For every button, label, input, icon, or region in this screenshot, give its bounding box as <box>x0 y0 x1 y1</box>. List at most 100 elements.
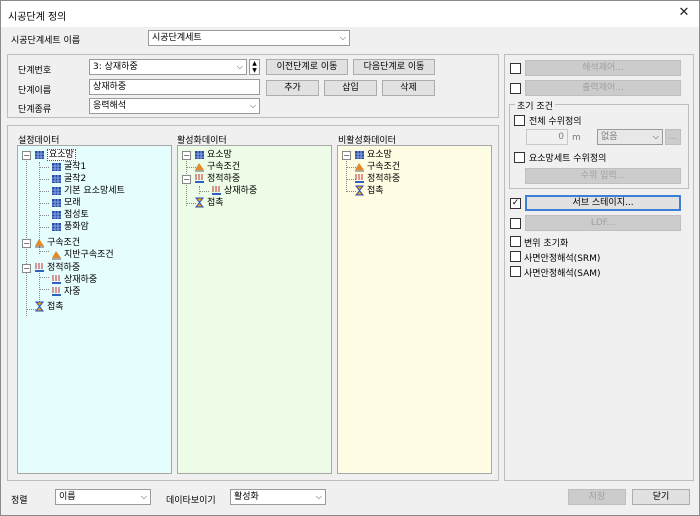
tree-item-surcharge[interactable]: 상재하중 <box>51 274 97 286</box>
add-button[interactable]: 추가 <box>266 80 319 96</box>
next-stage-button[interactable]: 다음단계로 이동 <box>353 59 435 75</box>
tree-item-surcharge[interactable]: 상재하중 <box>211 185 257 197</box>
stage-spin-button[interactable]: ▲ ▼ <box>249 59 260 75</box>
disp-init-label: 변위 초기화 <box>524 239 569 249</box>
tree-item-label: 접촉 <box>367 186 384 196</box>
view-value: 활성화 <box>234 492 259 502</box>
stage-type-combo[interactable]: 응력해석 ⌵ <box>89 98 260 114</box>
tree-item-label: 점성토 <box>64 210 89 220</box>
save-button[interactable]: 저장 <box>568 489 626 505</box>
view-combo[interactable]: 활성화 ⌵ <box>230 489 326 505</box>
tree-item-mesh[interactable]: 요소망 <box>354 149 392 161</box>
tree-item-label: 굴착1 <box>64 162 87 172</box>
constraint-icon <box>354 161 365 172</box>
delete-button[interactable]: 삭제 <box>382 80 435 96</box>
tree-item-label: 굴착2 <box>64 174 87 184</box>
tree-item-sand[interactable]: 모래 <box>51 197 81 209</box>
tree-item-weathered-rock[interactable]: 풍화암 <box>51 221 89 233</box>
tree-item-label: 요소망 <box>47 149 76 161</box>
tree-item-mesh[interactable]: 요소망 <box>194 149 232 161</box>
water-more-button[interactable]: ... <box>665 129 681 145</box>
total-water-checkbox[interactable] <box>514 115 525 126</box>
stage-number-value: 3: 상재하중 <box>93 62 138 72</box>
sub-stage-checkbox[interactable]: ✓ <box>510 198 521 209</box>
settings-tree[interactable]: − 요소망 굴착1 굴착2 기본 요소망세트 모래 점성토 풍화암 − 구속조건… <box>17 145 172 474</box>
stage-name-input[interactable]: 상재하중 <box>89 79 260 95</box>
mesh-icon <box>51 173 62 184</box>
load-icon <box>51 274 62 285</box>
tree-item-constraint[interactable]: 구속조건 <box>194 161 240 173</box>
tree-item-excavation1[interactable]: 굴착1 <box>51 161 86 173</box>
mesh-water-label: 요소망세트 수위정의 <box>529 154 607 164</box>
set-name-combo[interactable]: 시공단계세트 ⌵ <box>148 30 350 46</box>
sam-checkbox[interactable] <box>510 266 521 277</box>
load-icon <box>34 262 45 273</box>
mesh-water-checkbox[interactable] <box>514 152 525 163</box>
tree-item-self-weight[interactable]: 자중 <box>51 286 81 298</box>
title-bar: 시공단계 정의 ✕ <box>1 1 699 27</box>
load-icon <box>211 185 222 196</box>
tree-item-clay[interactable]: 점성토 <box>51 209 89 221</box>
close-icon[interactable]: ✕ <box>677 6 691 20</box>
tree-item-constraint[interactable]: 구속조건 <box>354 161 400 173</box>
prev-stage-button[interactable]: 이전단계로 이동 <box>266 59 348 75</box>
mesh-icon <box>51 197 62 208</box>
tree-item-label: 자중 <box>64 287 81 297</box>
sort-value: 이름 <box>59 492 76 502</box>
initial-condition-label: 초기 조건 <box>515 99 555 112</box>
collapse-icon[interactable]: − <box>22 264 31 273</box>
tree-item-label: 모래 <box>64 198 81 208</box>
analysis-control-checkbox[interactable] <box>510 63 521 74</box>
tree-item-contact[interactable]: 접촉 <box>194 197 224 209</box>
collapse-icon[interactable]: − <box>22 239 31 248</box>
mesh-icon <box>51 161 62 172</box>
load-icon <box>51 286 62 297</box>
set-name-label: 시공단계세트 이름 <box>11 36 81 46</box>
tree-item-static-load[interactable]: 정적하중 <box>194 173 240 185</box>
spin-up-icon[interactable]: ▲ <box>250 60 259 67</box>
mesh-icon <box>34 149 45 160</box>
water-input-button[interactable]: 수위 입력... <box>525 168 681 184</box>
collapse-icon[interactable]: − <box>342 151 351 160</box>
tree-item-label: 정적하중 <box>207 174 241 184</box>
spin-down-icon[interactable]: ▼ <box>250 67 259 74</box>
collapse-icon[interactable]: − <box>182 151 191 160</box>
disp-init-checkbox[interactable] <box>510 236 521 247</box>
sort-combo[interactable]: 이름 ⌵ <box>55 489 151 505</box>
set-name-value: 시공단계세트 <box>152 33 202 43</box>
collapse-icon[interactable]: − <box>182 175 191 184</box>
water-level-input[interactable]: 0 <box>526 129 568 145</box>
srm-checkbox[interactable] <box>510 251 521 262</box>
tree-item-label: 상재하중 <box>224 186 258 196</box>
tree-item-static-load[interactable]: 정적하중 <box>354 173 400 185</box>
tree-item-label: 정적하중 <box>47 263 81 273</box>
tree-item-contact[interactable]: 접촉 <box>354 185 384 197</box>
tree-item-constraint[interactable]: 구속조건 <box>34 237 80 249</box>
inactive-tree[interactable]: − 요소망 구속조건 정적하중 접촉 <box>337 145 492 474</box>
tree-item-label: 요소망 <box>207 150 232 160</box>
tree-item-mesh[interactable]: 요소망 <box>34 149 76 161</box>
water-unit-label: m <box>572 133 581 143</box>
sub-stage-button[interactable]: 서브 스테이지... <box>525 195 681 211</box>
insert-button[interactable]: 삽입 <box>324 80 377 96</box>
load-icon <box>194 173 205 184</box>
tree-item-excavation2[interactable]: 굴착2 <box>51 173 86 185</box>
output-control-checkbox[interactable] <box>510 83 521 94</box>
tree-item-label: 접촉 <box>47 302 64 312</box>
tree-item-label: 기본 요소망세트 <box>64 186 125 196</box>
ldf-button[interactable]: LDF... <box>525 215 681 231</box>
total-water-label: 전체 수위정의 <box>529 117 582 127</box>
tree-item-static-load[interactable]: 정적하중 <box>34 262 80 274</box>
ldf-checkbox[interactable] <box>510 218 521 229</box>
water-function-combo[interactable]: 없음 ⌵ <box>597 129 663 145</box>
tree-item-ground-constraint[interactable]: 지반구속조건 <box>51 249 114 261</box>
collapse-icon[interactable]: − <box>22 151 31 160</box>
output-control-button[interactable]: 출력제어... <box>525 80 681 96</box>
tree-item-base-mesh-set[interactable]: 기본 요소망세트 <box>51 185 125 197</box>
close-button[interactable]: 닫기 <box>632 489 690 505</box>
tree-item-label: 정적하중 <box>367 174 401 184</box>
analysis-control-button[interactable]: 해석제어... <box>525 60 681 76</box>
stage-number-combo[interactable]: 3: 상재하중 ⌵ <box>89 59 247 75</box>
active-tree[interactable]: − 요소망 구속조건 − 정적하중 상재하중 접촉 <box>177 145 332 474</box>
tree-item-contact[interactable]: 접촉 <box>34 301 64 313</box>
